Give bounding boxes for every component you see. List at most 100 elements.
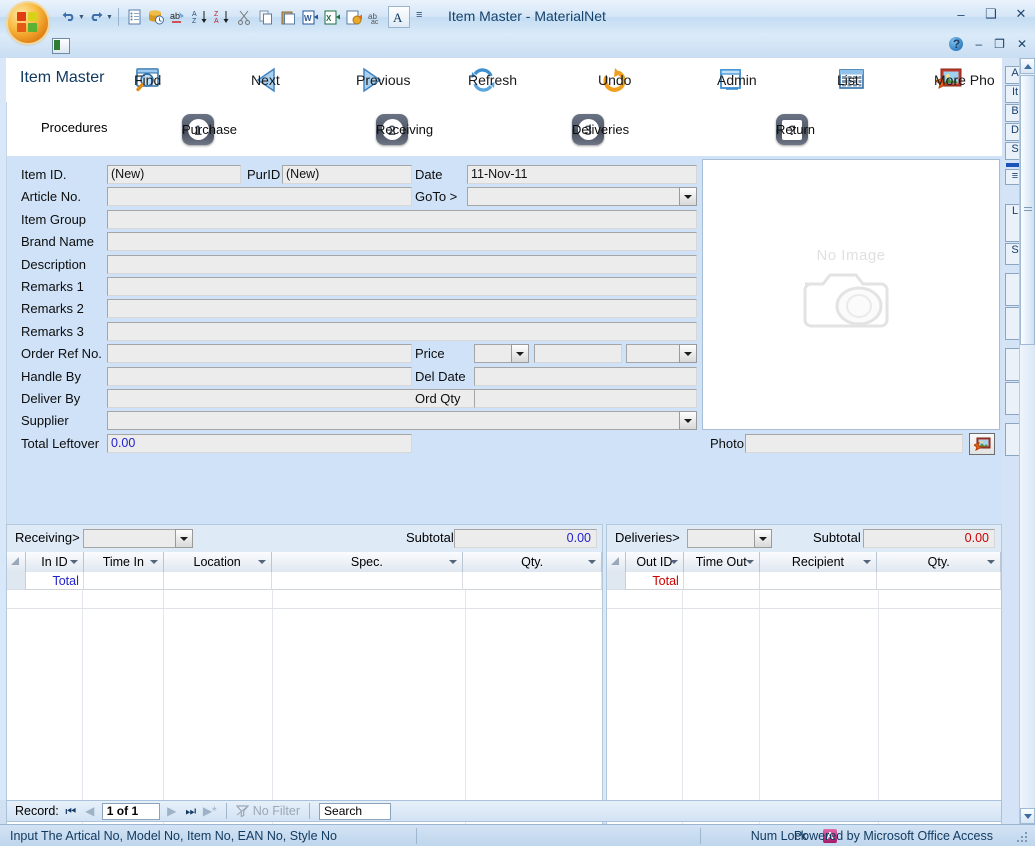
vertical-scrollbar[interactable] [1019,58,1035,824]
procedure-deliveries-button[interactable]: 3 Deliveries [572,114,629,145]
spelling-icon[interactable]: ab [168,7,189,28]
column-header-out-id[interactable]: Out ID [626,552,684,572]
search-input[interactable]: Search [319,802,392,820]
export-pdf-icon[interactable] [344,7,365,28]
close-button[interactable]: ✕ [1013,6,1029,22]
select-all-icon[interactable] [7,552,26,572]
chevron-down-icon[interactable] [679,344,697,363]
sort-descending-icon[interactable]: ZA [212,7,233,28]
column-header-spec[interactable]: Spec. [272,552,464,572]
cut-icon[interactable] [234,7,255,28]
scroll-down-button[interactable] [1020,808,1035,824]
first-record-button[interactable]: ⏮ [64,804,78,819]
photo-preview[interactable]: No Image [702,159,1000,430]
item-id-field[interactable]: (New) [107,165,241,184]
previous-button[interactable]: Previous [356,63,410,97]
scrollbar-thumb[interactable] [1020,75,1035,345]
column-header-recipient[interactable]: Recipient [760,552,878,572]
document-restore-button[interactable]: ❐ [994,37,1005,51]
document-tab-icon[interactable] [52,38,70,54]
remarks-3-field[interactable] [107,322,697,341]
previous-record-button[interactable]: ◀ [83,804,97,818]
export-excel-icon[interactable]: X [322,7,343,28]
supplier-combo[interactable] [107,411,697,430]
refresh-button[interactable]: Refresh [468,63,517,97]
qat-customize-icon[interactable]: ≡ [416,9,422,21]
new-record-icon[interactable] [124,7,145,28]
price-unit-combo[interactable] [626,344,697,363]
browse-photo-button[interactable] [969,433,995,455]
chevron-down-icon[interactable] [745,560,754,564]
procedure-return-button[interactable]: ? Return [776,114,815,145]
column-header-in-id[interactable]: In ID [26,552,84,572]
next-record-button[interactable]: ▶ [165,804,179,818]
document-minimize-button[interactable]: – [975,37,982,51]
export-word-icon[interactable]: W [300,7,321,28]
order-ref-no-field[interactable] [107,344,412,363]
item-group-field[interactable] [107,210,697,229]
copy-icon[interactable] [256,7,277,28]
procedure-receiving-button[interactable]: 2 Receiving [376,114,433,145]
replace-icon[interactable]: ab ac [366,7,387,28]
document-close-button[interactable]: ✕ [1017,37,1027,51]
column-header-location[interactable]: Location [164,552,272,572]
ord-qty-field[interactable] [474,389,697,408]
undo-button[interactable]: Undo [598,63,631,97]
chevron-down-icon[interactable] [754,529,772,548]
purid-field[interactable]: (New) [282,165,412,184]
chevron-down-icon[interactable] [987,560,996,564]
chevron-down-icon[interactable] [69,560,78,564]
font-icon[interactable]: A [387,6,410,28]
minimize-button[interactable]: – [953,7,969,22]
chevron-down-icon[interactable] [863,560,872,564]
more-photo-button[interactable]: More Pho [934,63,995,97]
photo-path-field[interactable] [745,434,963,453]
admin-button[interactable]: Admin [717,63,757,97]
chevron-down-icon[interactable] [679,187,697,206]
paste-icon[interactable] [278,7,299,28]
price-field[interactable] [534,344,622,363]
chevron-down-icon[interactable] [175,529,193,548]
column-header-time-out[interactable]: Time Out [684,552,760,572]
remarks-1-field[interactable] [107,277,697,296]
total-leftover-field[interactable]: 0.00 [107,434,412,453]
chevron-down-icon[interactable] [257,560,266,564]
undo-icon[interactable] [58,7,79,28]
list-button[interactable]: List [837,63,867,97]
deliveries-selector-combo[interactable] [687,529,772,548]
chevron-down-icon[interactable] [669,560,678,564]
resize-grip-icon[interactable] [1017,832,1029,842]
column-header-qty[interactable]: Qty. [877,552,1002,572]
chevron-down-icon[interactable] [149,560,158,564]
description-field[interactable] [107,255,697,274]
sort-ascending-icon[interactable]: AZ [190,7,211,28]
article-no-field[interactable] [107,187,412,206]
chevron-down-icon[interactable] [449,560,458,564]
date-field[interactable]: 11-Nov-11 [467,165,697,184]
brand-name-field[interactable] [107,232,697,251]
find-button[interactable]: Find [134,63,164,97]
receiving-selector-combo[interactable] [83,529,193,548]
chevron-down-icon[interactable] [679,411,697,430]
redo-icon[interactable] [86,7,107,28]
goto-combo[interactable] [467,187,697,206]
next-button[interactable]: Next [251,63,281,97]
chevron-down-icon[interactable] [587,560,596,564]
remarks-2-field[interactable] [107,299,697,318]
procedure-purchase-button[interactable]: 1 Purchase [182,114,237,145]
handle-by-field[interactable] [107,367,412,386]
new-record-button[interactable]: ▶* [203,804,217,818]
undo-dropdown-icon[interactable]: ▼ [78,14,85,21]
select-all-icon[interactable] [607,552,626,572]
chevron-down-icon[interactable] [511,344,529,363]
office-button[interactable] [8,3,48,43]
column-header-time-in[interactable]: Time In [84,552,164,572]
column-header-qty[interactable]: Qty. [463,552,602,572]
row-selector[interactable] [607,572,626,590]
price-currency-combo[interactable] [474,344,529,363]
del-date-field[interactable] [474,367,697,386]
redo-dropdown-icon[interactable]: ▼ [106,14,113,21]
last-record-button[interactable]: ⏭ [184,804,198,819]
record-position-input[interactable]: 1 of 1 [101,802,160,820]
filter-toggle[interactable]: No Filter [235,804,300,818]
